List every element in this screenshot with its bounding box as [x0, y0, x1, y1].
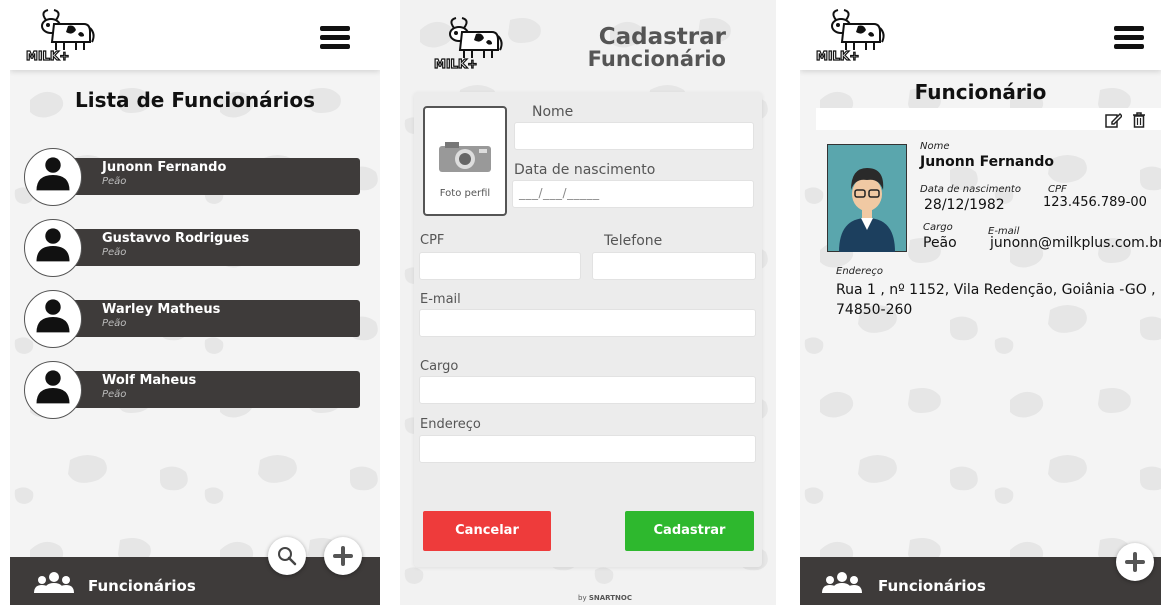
- employee-list-item[interactable]: Junonn Fernando Peão: [24, 148, 360, 206]
- bottom-nav-bar[interactable]: Funcionários: [800, 557, 1161, 605]
- nome-value: Junonn Fernando: [920, 154, 1054, 170]
- employee-role: Peão: [102, 176, 127, 187]
- page-title: Lista de Funcionários: [74, 88, 316, 112]
- cpf-label: CPF: [1048, 184, 1067, 195]
- cargo-label: Cargo: [923, 222, 953, 233]
- birthdate-input[interactable]: ___/___/_____: [512, 180, 754, 208]
- page-title-line1: Cadastrar: [598, 24, 726, 50]
- group-icon: [34, 571, 74, 595]
- endereco-input[interactable]: [419, 435, 756, 463]
- actions-bar: [816, 108, 1161, 130]
- cancel-button[interactable]: Cancelar: [423, 511, 551, 551]
- plus-icon: [1125, 552, 1145, 572]
- page-title: Cadastrar Funcionário: [587, 24, 726, 71]
- avatar: [24, 219, 82, 277]
- search-icon: [278, 547, 297, 566]
- plus-icon: [333, 546, 353, 566]
- employee-list-screen: Lista de Funcionários Junonn Fernando Pe…: [10, 0, 380, 605]
- group-icon: [822, 571, 862, 595]
- cpf-input[interactable]: [419, 252, 581, 280]
- employee-list-item[interactable]: Wolf Maheus Peão: [24, 361, 360, 419]
- email-input[interactable]: [419, 309, 756, 337]
- person-icon: [36, 370, 70, 404]
- trash-icon[interactable]: [1130, 111, 1148, 129]
- cargo-label: Cargo: [420, 359, 459, 374]
- birthdate-label: Data de nascimento: [920, 184, 1021, 195]
- camera-icon: [439, 142, 491, 172]
- page-title-line2: Funcionário: [587, 47, 726, 71]
- edit-icon[interactable]: [1104, 111, 1122, 129]
- avatar: [24, 290, 82, 348]
- profile-photo-picker[interactable]: Foto perfil: [423, 106, 507, 216]
- birthdate-value: 28/12/1982: [924, 197, 1005, 213]
- milk-plus-logo: [814, 6, 890, 62]
- credit-prefix: by: [578, 594, 587, 602]
- bottom-nav-label: Funcionários: [88, 577, 196, 595]
- menu-icon[interactable]: [1114, 26, 1144, 49]
- avatar: [24, 361, 82, 419]
- cargo-input[interactable]: [419, 376, 756, 404]
- photo-label: Foto perfil: [439, 188, 491, 199]
- employee-name: Junonn Fernando: [102, 160, 227, 175]
- avatar: [24, 148, 82, 206]
- endereco-line1: Rua 1 , nº 1152, Vila Redenção, Goiânia …: [836, 282, 1156, 298]
- endereco-label: Endereço: [836, 266, 884, 277]
- credit-line: by SNARTNOC: [560, 594, 650, 602]
- register-form-card: Foto perfil Nome Data de nascimento ___/…: [414, 92, 762, 567]
- endereco-label: Endereço: [420, 417, 481, 432]
- employee-name: Wolf Maheus: [102, 373, 197, 388]
- employee-list-item[interactable]: Gustavvo Rodrigues Peão: [24, 219, 360, 277]
- birthdate-placeholder: ___/___/_____: [519, 186, 600, 200]
- credit-brand: SNARTNOC: [588, 594, 632, 602]
- birthdate-label: Data de nascimento: [514, 162, 656, 178]
- email-label: E-mail: [420, 292, 461, 307]
- employee-role: Peão: [102, 247, 127, 258]
- cpf-label: CPF: [420, 233, 445, 248]
- employee-role: Peão: [102, 318, 127, 329]
- person-icon: [36, 299, 70, 333]
- telefone-label: Telefone: [604, 233, 663, 249]
- person-icon: [36, 228, 70, 262]
- bottom-nav-label: Funcionários: [878, 577, 986, 595]
- nome-label: Nome: [920, 141, 950, 152]
- employee-detail-screen: Funcionário Nome Junonn Fernando Data de…: [800, 0, 1161, 605]
- add-employee-button[interactable]: [324, 537, 362, 575]
- employee-role: Peão: [102, 389, 127, 400]
- endereco-line2: 74850-260: [836, 302, 913, 318]
- top-bar: [800, 0, 1161, 70]
- search-button[interactable]: [268, 537, 306, 575]
- page-title: Funcionário: [914, 80, 1047, 104]
- person-icon: [36, 157, 70, 191]
- nome-label: Nome: [532, 104, 574, 120]
- cpf-value: 123.456.789-00: [1043, 195, 1147, 210]
- milk-plus-logo: [432, 14, 508, 70]
- employee-photo: [827, 144, 907, 252]
- telefone-input[interactable]: [592, 252, 756, 280]
- cargo-value: Peão: [923, 235, 957, 251]
- employee-name: Gustavvo Rodrigues: [102, 231, 250, 246]
- employee-list-item[interactable]: Warley Matheus Peão: [24, 290, 360, 348]
- menu-icon[interactable]: [320, 26, 350, 49]
- submit-button[interactable]: Cadastrar: [625, 511, 754, 551]
- employee-name: Warley Matheus: [102, 302, 221, 317]
- top-bar: [10, 0, 380, 70]
- nome-input[interactable]: [514, 122, 754, 150]
- email-value: junonn@milkplus.com.br: [990, 235, 1161, 251]
- milk-plus-logo: [24, 6, 100, 62]
- add-employee-button[interactable]: [1116, 543, 1154, 581]
